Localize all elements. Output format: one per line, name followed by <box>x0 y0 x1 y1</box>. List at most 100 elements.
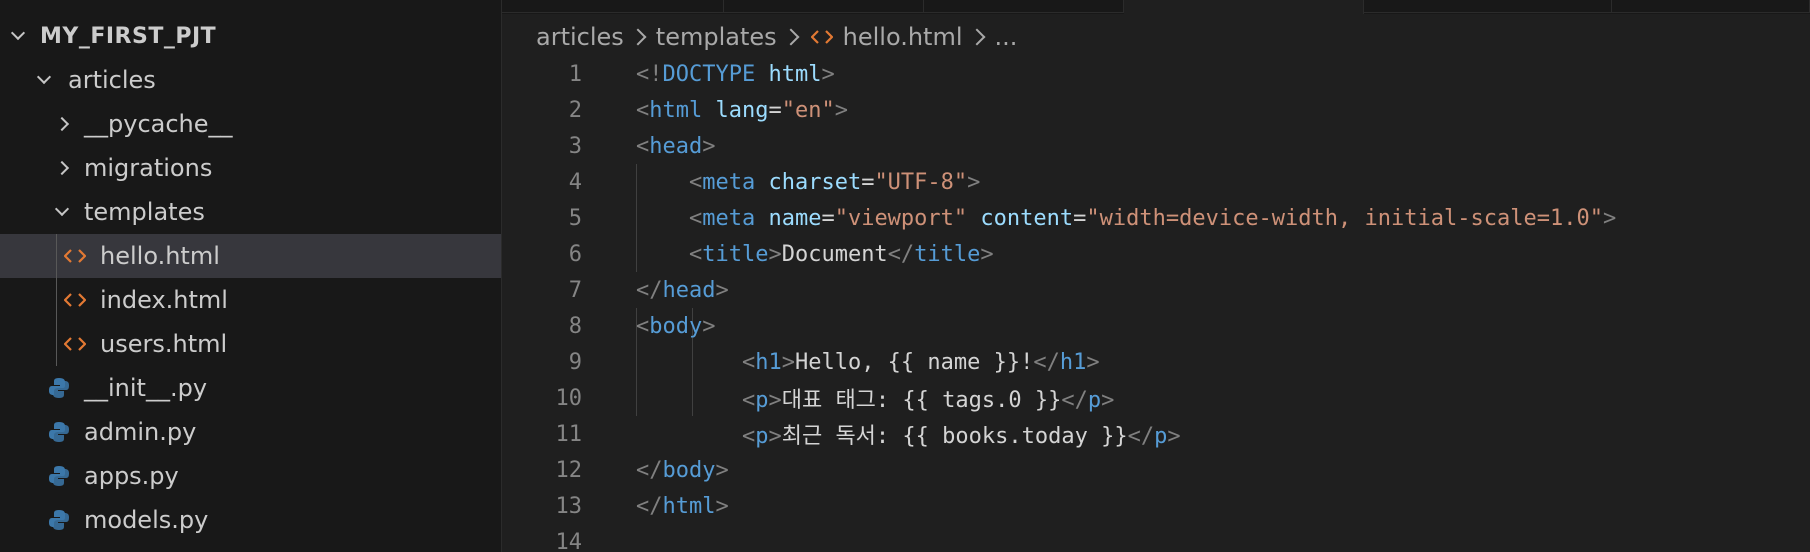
editor-tab[interactable] <box>1364 0 1612 13</box>
tree-item-templates[interactable]: templates <box>0 190 501 234</box>
code-token: = <box>821 205 835 231</box>
code-line[interactable]: 10 <p>대표 태그: {{ tags.0 }}</p> <box>502 380 1810 416</box>
code-token: <! <box>636 61 663 87</box>
python-file-icon <box>46 508 72 532</box>
tab-bar <box>502 0 1810 14</box>
line-content: <p>대표 태그: {{ tags.0 }}</p> <box>636 382 1114 414</box>
code-token: charset <box>768 169 862 195</box>
tree-item-pycache[interactable]: __pycache__ <box>0 102 501 146</box>
chevron-right-icon <box>52 114 72 134</box>
code-line[interactable]: 5 <meta name="viewport" content="width=d… <box>502 200 1810 236</box>
code-line[interactable]: 3 <head> <box>502 128 1810 164</box>
tree-item-index-html[interactable]: index.html <box>0 278 501 322</box>
code-line[interactable]: 9 <h1>Hello, {{ name }}!</h1> <box>502 344 1810 380</box>
code-token: > <box>702 133 716 159</box>
code-token: p <box>755 424 769 449</box>
tree-item-apps-py[interactable]: apps.py <box>0 454 501 498</box>
tree-item-users-html[interactable]: users.html <box>0 322 501 366</box>
html-file-icon <box>62 332 88 356</box>
tree-item-label: articles <box>68 66 156 94</box>
code-line[interactable]: 13 </html> <box>502 488 1810 524</box>
code-token: name <box>768 205 822 231</box>
tree-item-label: migrations <box>84 154 213 182</box>
code-line[interactable]: 11 <p>최근 독서: {{ books.today }}</p> <box>502 416 1810 452</box>
chevron-right-icon <box>52 158 72 178</box>
tree-item-hello-html[interactable]: hello.html <box>0 234 501 278</box>
code-token: > <box>702 313 716 339</box>
code-token: title <box>914 241 981 267</box>
code-line[interactable]: 8 <body> <box>502 308 1810 344</box>
editor-tab[interactable] <box>724 0 924 13</box>
code-token: html <box>768 61 822 87</box>
code-token: Document <box>781 241 888 267</box>
code-token: html <box>649 97 703 123</box>
line-content: <title>Document</title> <box>636 242 994 267</box>
tree-item-migrations[interactable]: migrations <box>0 146 501 190</box>
code-token: </ <box>1127 424 1155 449</box>
chevron-right-icon <box>629 28 647 46</box>
code-line[interactable]: 6 <title>Document</title> <box>502 236 1810 272</box>
chevron-down-icon <box>8 25 28 46</box>
code-line[interactable]: 2 <html lang="en"> <box>502 92 1810 128</box>
code-token: lang <box>715 97 769 123</box>
explorer-sidebar: MY_FIRST_PJT articles __pycache__ migrat… <box>0 0 502 552</box>
line-content: </html> <box>636 494 729 519</box>
tree-item-articles[interactable]: articles <box>0 58 501 102</box>
line-number: 1 <box>568 61 582 87</box>
code-line[interactable]: 1 <!DOCTYPE html> <box>502 56 1810 92</box>
code-token: > <box>781 349 795 375</box>
code-token: </ <box>887 241 915 267</box>
editor-tab[interactable] <box>1612 0 1810 13</box>
tree-item-label: index.html <box>100 286 228 314</box>
code-token: < <box>636 97 650 123</box>
line-content: <body> <box>636 314 715 339</box>
code-token: < <box>688 169 703 195</box>
editor-tab[interactable] <box>502 0 724 13</box>
editor-tab-active[interactable] <box>1124 0 1364 14</box>
breadcrumb-item[interactable]: templates <box>656 23 777 51</box>
tree-item-label: users.html <box>100 330 228 358</box>
vscode-window: MY_FIRST_PJT articles __pycache__ migrat… <box>0 0 1810 552</box>
line-number: 11 <box>555 421 583 447</box>
line-number: 10 <box>555 385 583 411</box>
tree-item-admin-py[interactable]: admin.py <box>0 410 501 454</box>
indent-guide <box>56 234 57 366</box>
code-token: < <box>688 205 703 231</box>
code-token: body <box>662 457 716 483</box>
line-content: <html lang="en"> <box>636 98 848 123</box>
breadcrumb-item[interactable]: ... <box>995 23 1018 51</box>
tree-item-init-py[interactable]: __init__.py <box>0 366 501 410</box>
html-file-icon <box>62 288 88 312</box>
line-content: <h1>Hello, {{ name }}!</h1> <box>636 350 1100 375</box>
editor-tab[interactable] <box>924 0 1124 13</box>
code-token: </ <box>636 277 663 303</box>
code-editor[interactable]: articles templates hello.html ... 1 <!DOC… <box>502 0 1810 552</box>
code-token: h1 <box>1059 349 1087 375</box>
code-token: > <box>967 169 981 195</box>
code-token: DOCTYPE <box>662 61 756 87</box>
line-content: </body> <box>636 458 729 483</box>
breadcrumb-item[interactable]: articles <box>536 23 624 51</box>
line-number: 3 <box>568 133 582 159</box>
code-token: = <box>1073 205 1087 231</box>
tree-item-label: apps.py <box>84 462 179 490</box>
code-token: content <box>980 205 1074 231</box>
code-line[interactable]: 7 </head> <box>502 272 1810 308</box>
code-token: > <box>1101 388 1115 413</box>
code-line[interactable]: 4 <meta charset="UTF-8"> <box>502 164 1810 200</box>
code-line[interactable]: 14 <box>502 524 1810 552</box>
breadcrumb-item[interactable]: hello.html <box>843 23 963 51</box>
code-token: meta <box>702 169 756 195</box>
chevron-down-icon <box>34 69 54 90</box>
code-token: > <box>768 388 782 413</box>
code-token: Hello, {{ name }}! <box>794 349 1034 375</box>
explorer-root-folder[interactable]: MY_FIRST_PJT <box>0 14 501 58</box>
tree-item-models-py[interactable]: models.py <box>0 498 501 542</box>
code-line[interactable]: 12 </body> <box>502 452 1810 488</box>
code-token: </ <box>636 457 663 483</box>
